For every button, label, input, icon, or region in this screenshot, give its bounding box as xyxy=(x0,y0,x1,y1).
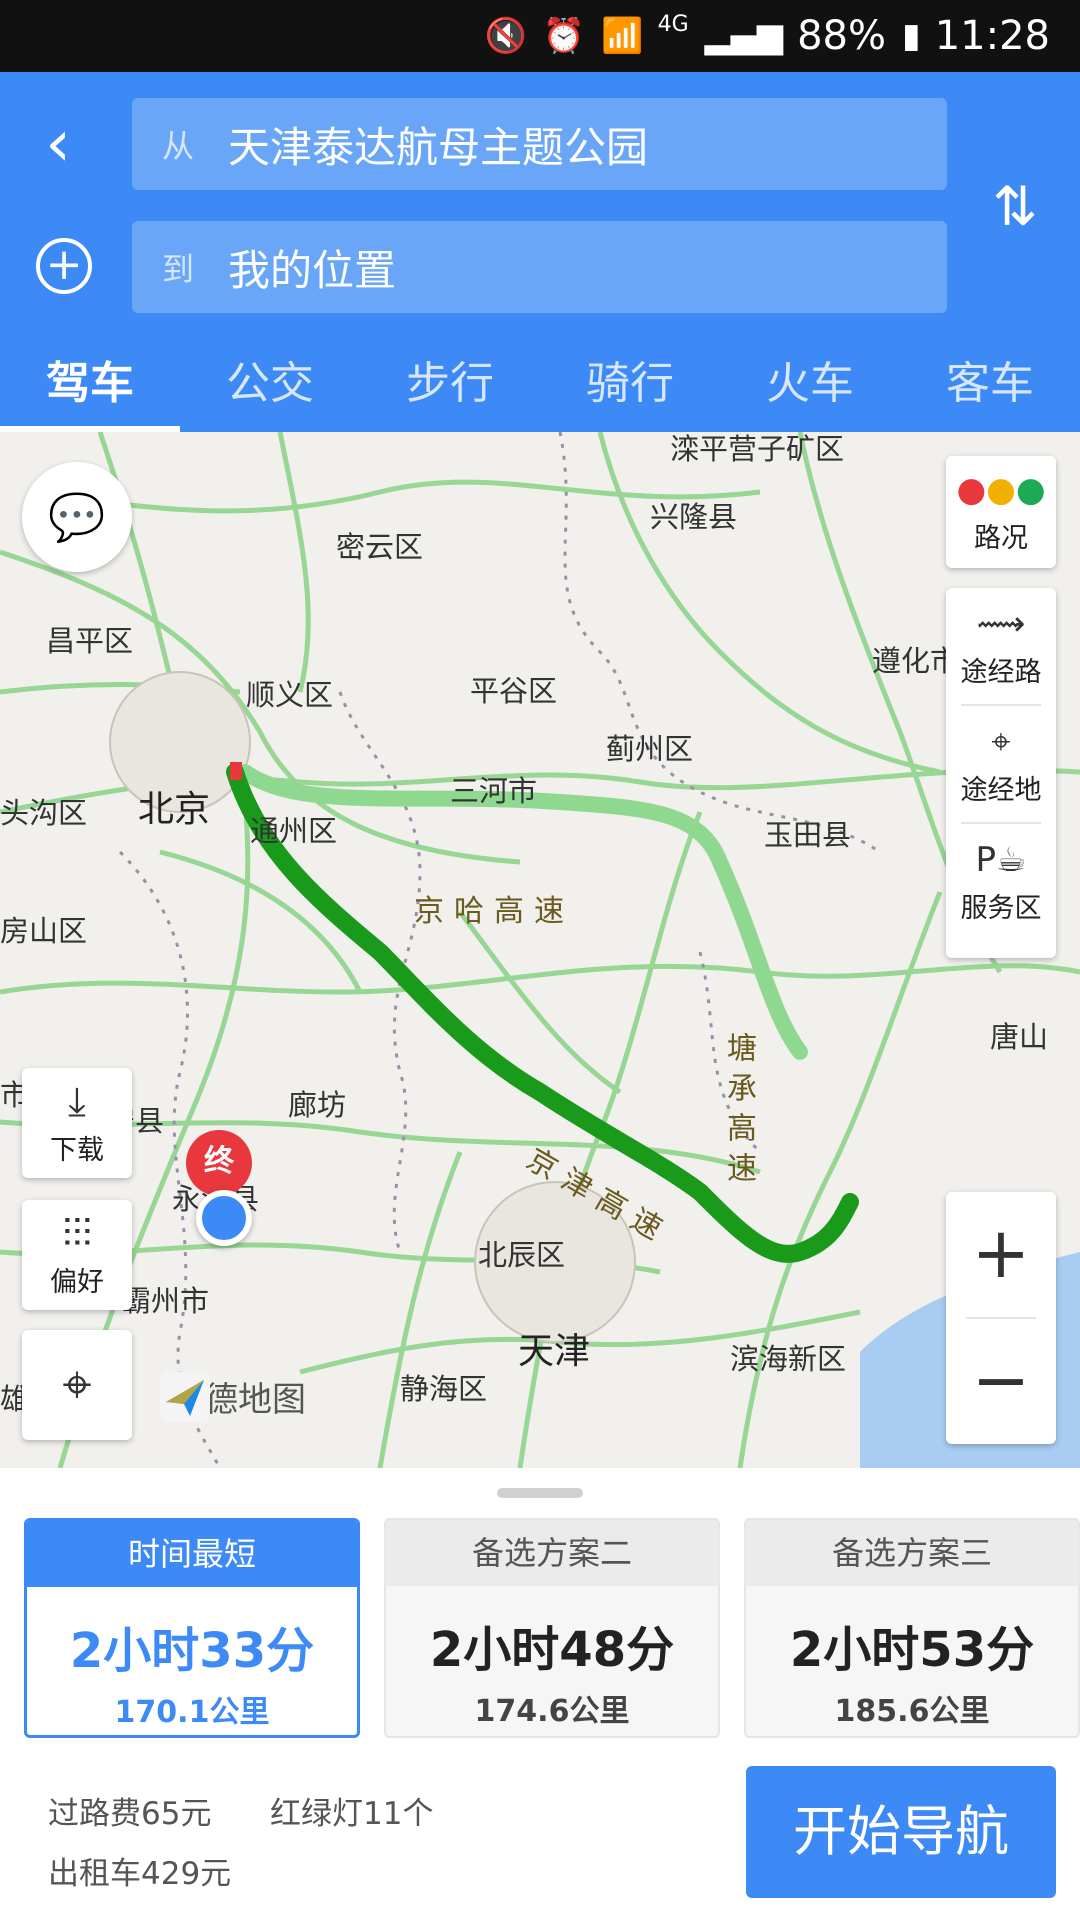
place-miyun: 密云区 xyxy=(336,530,424,564)
traffic-light-count: 红绿灯11个 xyxy=(270,1796,434,1832)
place-binhai: 滨海新区 xyxy=(730,1342,847,1376)
via-route-button[interactable]: ⟿ 途经路 xyxy=(946,588,1056,704)
zoom-in-button[interactable]: + xyxy=(946,1192,1056,1317)
battery-icon: ▮ xyxy=(902,16,921,56)
download-button[interactable]: ⤓ 下载 xyxy=(22,1068,132,1178)
signal-icon: ▂▄▆ xyxy=(704,16,784,56)
route-option-1[interactable]: 时间最短 2小时33分 170.1公里 xyxy=(24,1518,360,1738)
preference-label: 偏好 xyxy=(50,1266,104,1298)
via-route-label: 途经路 xyxy=(960,656,1042,688)
place-tangshan: 唐山 xyxy=(990,1020,1049,1054)
place-pinggu: 平谷区 xyxy=(470,674,558,708)
parking-coffee-icon: P☕ xyxy=(975,839,1027,880)
alarm-icon: ⏰ xyxy=(542,16,586,56)
amap-logo: 高德地图 xyxy=(160,1372,306,1422)
start-navigation-button[interactable]: 开始导航 xyxy=(746,1766,1056,1898)
route-option-title: 备选方案二 xyxy=(386,1520,718,1586)
destination-prefix: 到 xyxy=(162,250,195,288)
status-bar: 🔇 ⏰ 📶 4G ▂▄▆ 88% ▮ 11:28 xyxy=(0,0,1080,72)
place-luanping: 滦平营子矿区 xyxy=(670,432,845,466)
zoom-controls: + − xyxy=(946,1192,1056,1444)
place-fangshan: 房山区 xyxy=(0,914,88,948)
crosshair-icon: ⌖ xyxy=(62,1355,92,1415)
route-summary-sheet: 时间最短 2小时33分 170.1公里 备选方案二 2小时48分 174.6公里… xyxy=(0,1468,1080,1920)
route-header: ‹ + 从 天津泰达航母主题公园 到 我的位置 ⇅ 驾车 公交 步行 骑行 火车… xyxy=(0,72,1080,432)
tab-driving[interactable]: 驾车 xyxy=(0,342,180,432)
place-jizhou: 蓟州区 xyxy=(606,732,694,766)
download-label: 下载 xyxy=(50,1134,104,1166)
via-route-icon: ⟿ xyxy=(976,603,1026,644)
place-yutian: 玉田县 xyxy=(764,818,852,852)
route-duration: 2小时33分 xyxy=(69,1623,315,1679)
sheet-drag-handle[interactable] xyxy=(497,1488,583,1498)
place-tianjin: 天津 xyxy=(518,1331,591,1372)
tab-bus[interactable]: 公交 xyxy=(180,342,360,432)
download-icon: ⤓ xyxy=(68,1078,86,1125)
feedback-chat-button[interactable]: 💬 xyxy=(22,462,132,572)
route-distance: 185.6公里 xyxy=(834,1694,990,1729)
place-langfang: 廊坊 xyxy=(288,1088,347,1122)
origin-prefix: 从 xyxy=(162,127,195,165)
route-option-3[interactable]: 备选方案三 2小时53分 185.6公里 xyxy=(744,1518,1080,1738)
route-map[interactable]: 滦平营子矿区 兴隆县 密云区 昌平区 顺义区 平谷区 遵化市 蓟州区 三河市 头… xyxy=(0,432,1080,1468)
place-beijing: 北京 xyxy=(138,789,211,830)
clock: 11:28 xyxy=(934,13,1050,59)
tab-cycling[interactable]: 骑行 xyxy=(540,342,720,432)
add-waypoint-button[interactable]: + xyxy=(36,238,92,294)
destination-value: 我的位置 xyxy=(228,245,397,295)
via-place-label: 途经地 xyxy=(960,774,1042,806)
battery-percent: 88% xyxy=(797,13,886,59)
place-beichen: 北辰区 xyxy=(478,1238,566,1272)
place-changping: 昌平区 xyxy=(46,624,134,658)
traffic-button[interactable]: ●●● 路况 xyxy=(946,456,1056,568)
locate-me-button[interactable]: ⌖ xyxy=(22,1330,132,1440)
place-mentougou: 头沟区 xyxy=(0,796,88,830)
map-pin-icon: ⌖ xyxy=(991,721,1011,762)
service-area-label: 服务区 xyxy=(960,892,1042,924)
wifi-icon: 📶 xyxy=(601,16,644,56)
route-distance: 170.1公里 xyxy=(114,1695,270,1730)
origin-field[interactable]: 从 天津泰达航母主题公园 xyxy=(132,98,947,190)
back-button[interactable]: ‹ xyxy=(30,110,86,178)
road-label-jingha: 京哈高速 xyxy=(414,894,574,929)
tab-train[interactable]: 火车 xyxy=(720,342,900,432)
route-duration: 2小时53分 xyxy=(789,1622,1035,1678)
toll-fee: 过路费65元 xyxy=(48,1796,212,1832)
place-jinghai: 静海区 xyxy=(400,1372,488,1406)
route-options-panel: ⟿ 途经路 ⌖ 途经地 P☕ 服务区 xyxy=(946,588,1056,958)
sliders-icon: ⫶⫶⫶ xyxy=(62,1210,92,1257)
route-option-title: 备选方案三 xyxy=(746,1520,1078,1586)
mute-vibrate-icon: 🔇 xyxy=(484,16,527,56)
chat-bubble-icon: 💬 xyxy=(48,490,106,544)
road-label-tangcheng: 塘承高速 xyxy=(721,1032,756,1192)
place-sanhe: 三河市 xyxy=(450,774,538,808)
swap-icon[interactable]: ⇅ xyxy=(990,172,1040,242)
route-distance: 174.6公里 xyxy=(474,1694,630,1729)
place-shunyi: 顺义区 xyxy=(246,678,334,712)
traffic-label: 路况 xyxy=(974,522,1028,554)
taxi-fare: 出租车429元 xyxy=(48,1856,232,1892)
origin-value: 天津泰达航母主题公园 xyxy=(228,122,649,172)
place-tongzhou: 通州区 xyxy=(250,814,338,848)
via-place-button[interactable]: ⌖ 途经地 xyxy=(946,706,1056,822)
service-area-button[interactable]: P☕ 服务区 xyxy=(946,824,1056,940)
route-option-2[interactable]: 备选方案二 2小时48分 174.6公里 xyxy=(384,1518,720,1738)
my-location-dot xyxy=(196,1190,252,1246)
tab-walking[interactable]: 步行 xyxy=(360,342,540,432)
tab-coach[interactable]: 客车 xyxy=(900,342,1080,432)
amap-logo-icon xyxy=(160,1372,210,1422)
zoom-out-button[interactable]: − xyxy=(946,1319,1056,1444)
route-duration: 2小时48分 xyxy=(429,1622,675,1678)
route-option-title: 时间最短 xyxy=(27,1521,357,1587)
transport-mode-tabs: 驾车 公交 步行 骑行 火车 客车 xyxy=(0,342,1080,432)
place-xinglong: 兴隆县 xyxy=(650,500,738,534)
traffic-light-icon: ●●● xyxy=(956,469,1046,510)
preference-button[interactable]: ⫶⫶⫶ 偏好 xyxy=(22,1200,132,1310)
destination-field[interactable]: 到 我的位置 xyxy=(132,221,947,313)
end-marker[interactable]: 终 xyxy=(186,1130,252,1196)
place-bazhou: 霸州市 xyxy=(122,1284,210,1318)
network-type: 4G xyxy=(657,11,689,37)
